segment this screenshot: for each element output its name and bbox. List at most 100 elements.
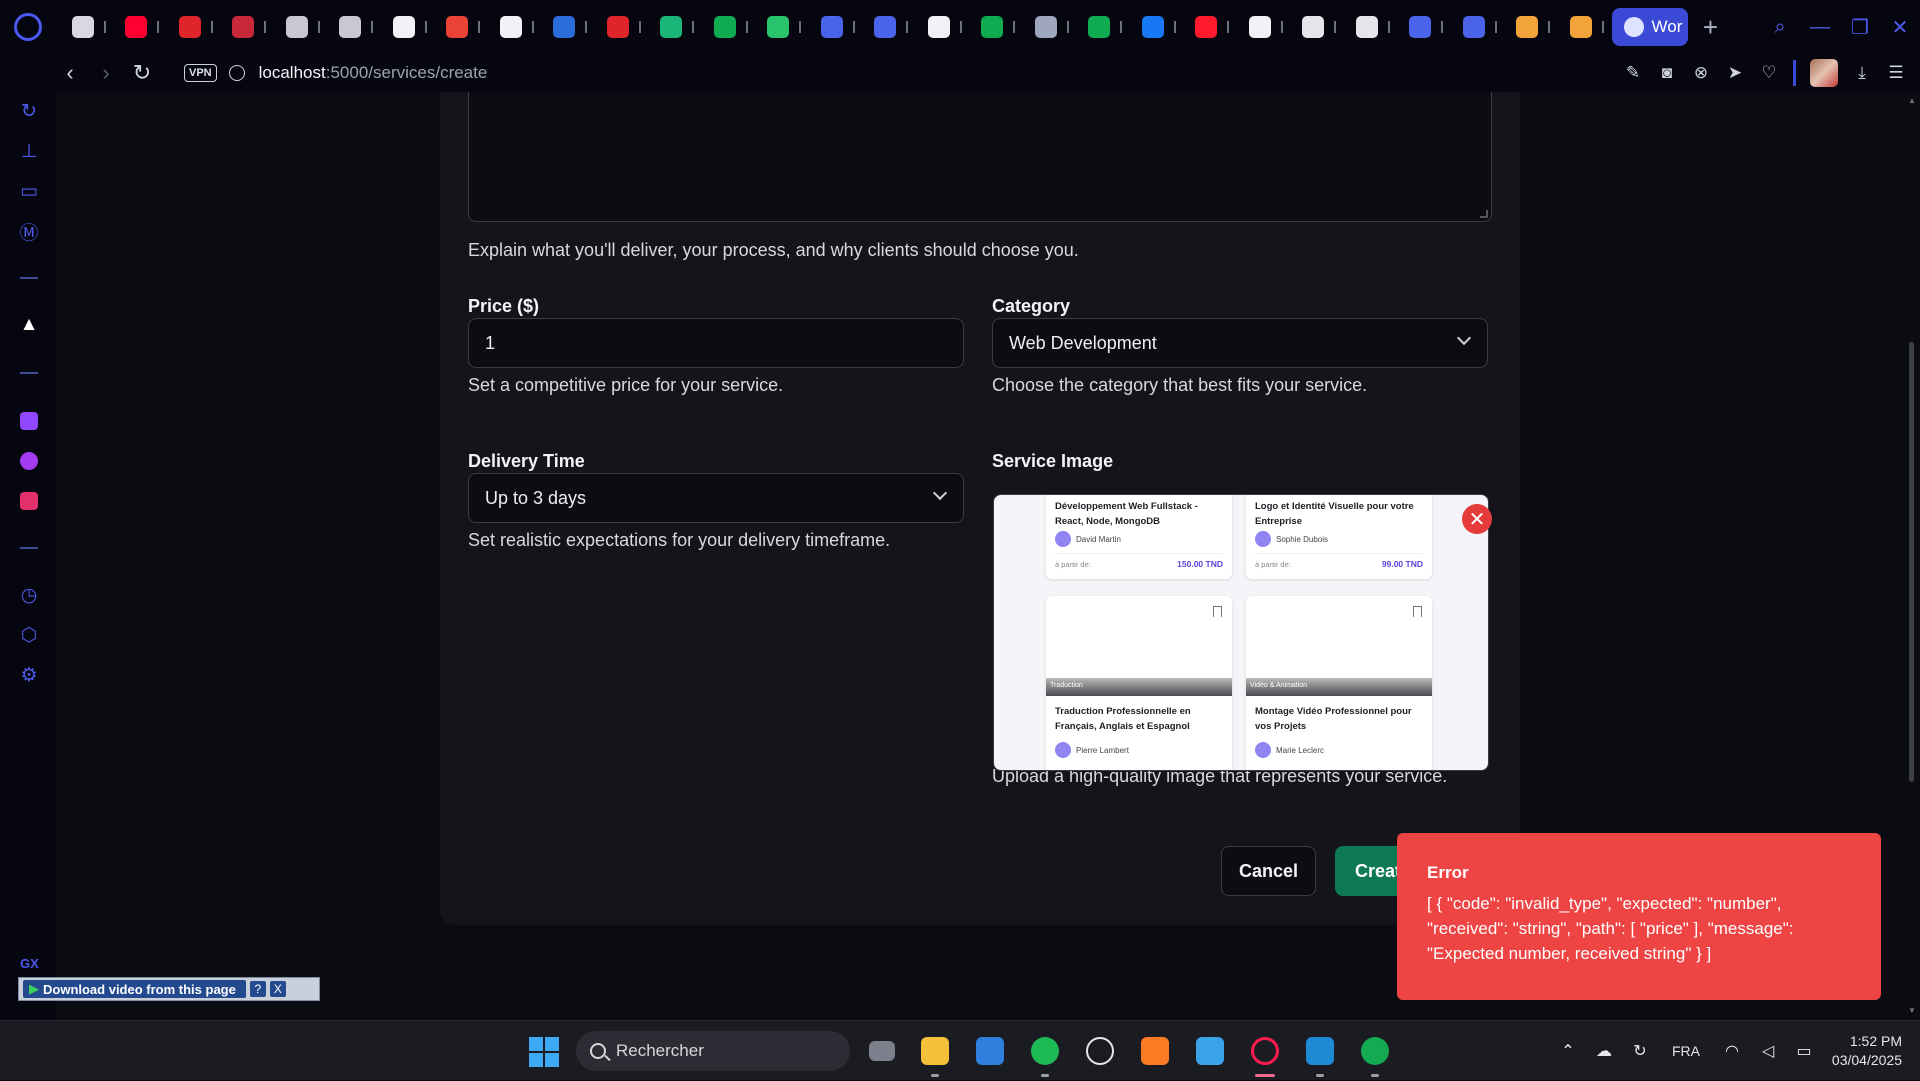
settings-icon[interactable]: ⚙ xyxy=(18,664,40,686)
browser-tab[interactable] xyxy=(805,0,859,54)
delivery-select[interactable]: Up to 3 days xyxy=(468,473,964,523)
history-refresh-icon[interactable]: ↻ xyxy=(18,100,40,122)
instagram-icon[interactable] xyxy=(18,490,40,512)
clock-icon[interactable]: ◷ xyxy=(18,584,40,606)
browser-tab[interactable] xyxy=(645,0,699,54)
task-view-icon[interactable] xyxy=(866,1035,898,1067)
wifi-icon[interactable]: ◠ xyxy=(1721,1040,1743,1062)
chevron-up-icon[interactable]: ⌃ xyxy=(1557,1040,1579,1062)
error-toast[interactable]: Error [ { "code": "invalid_type", "expec… xyxy=(1397,833,1881,1000)
browser-tab[interactable] xyxy=(431,0,485,54)
browser-tab[interactable] xyxy=(1073,0,1127,54)
browser-tab[interactable] xyxy=(217,0,271,54)
description-textarea[interactable] xyxy=(468,92,1492,222)
snapshot-edit-icon[interactable]: ✎ xyxy=(1623,63,1643,83)
browser-tab[interactable] xyxy=(1019,0,1073,54)
shield-x-icon[interactable]: ⊗ xyxy=(1691,63,1711,83)
browser-tab[interactable] xyxy=(966,0,1020,54)
browser-tab[interactable] xyxy=(1554,0,1608,54)
browser-tab[interactable] xyxy=(110,0,164,54)
page-scrollbar[interactable]: ▲ ▼ xyxy=(1904,92,1920,1020)
browser-tab[interactable] xyxy=(163,0,217,54)
new-tab-button[interactable]: + xyxy=(1696,12,1726,42)
active-tab-title: Wor xyxy=(1651,17,1683,36)
scroll-down-icon[interactable]: ▼ xyxy=(1908,1006,1916,1015)
mongodb-compass-icon[interactable] xyxy=(1359,1035,1391,1077)
onedrive-icon[interactable]: ☁ xyxy=(1593,1040,1615,1062)
resize-grip-icon[interactable] xyxy=(1480,210,1488,218)
scroll-up-icon[interactable]: ▲ xyxy=(1908,96,1916,105)
browser-tab[interactable] xyxy=(377,0,431,54)
search-tabs-icon[interactable]: ⌕ xyxy=(1760,0,1800,54)
restore-icon[interactable]: ❐ xyxy=(1840,0,1880,54)
bathtub-icon[interactable]: ⊥ xyxy=(18,140,40,162)
browser-tab[interactable] xyxy=(56,0,110,54)
xampp-icon[interactable] xyxy=(1139,1035,1171,1067)
input-language[interactable]: FRA xyxy=(1672,1043,1700,1059)
clock[interactable]: 1:52 PM 03/04/2025 xyxy=(1822,1032,1920,1070)
browser-tab[interactable] xyxy=(1447,0,1501,54)
send-icon[interactable]: ➤ xyxy=(1725,63,1745,83)
tv-icon[interactable]: ▭ xyxy=(18,180,40,202)
back-button[interactable]: ‹ xyxy=(52,54,88,92)
minimize-icon[interactable]: — xyxy=(1800,0,1840,54)
vscode-icon[interactable] xyxy=(1304,1035,1336,1077)
opera-menu-icon[interactable] xyxy=(0,0,56,54)
browser-tab[interactable] xyxy=(752,0,806,54)
camera-icon[interactable]: ◙ xyxy=(1657,63,1677,83)
browser-tab[interactable] xyxy=(538,0,592,54)
heart-icon[interactable]: ♡ xyxy=(1759,63,1779,83)
remove-image-button[interactable]: ✕ xyxy=(1462,504,1492,534)
tab-separator xyxy=(585,21,587,33)
battery-icon[interactable]: ▭ xyxy=(1793,1040,1815,1062)
start-button[interactable] xyxy=(529,1037,559,1067)
vpn-badge[interactable]: VPN xyxy=(184,64,217,82)
profile-icon[interactable] xyxy=(1810,59,1838,87)
download-icon[interactable]: ⤓ xyxy=(1852,63,1872,83)
active-tab[interactable]: Wor xyxy=(1611,8,1688,46)
browser-tab[interactable] xyxy=(324,0,378,54)
browser-tab[interactable] xyxy=(1180,0,1234,54)
menu-icon[interactable]: ☰ xyxy=(1886,63,1906,83)
forward-button[interactable]: › xyxy=(88,54,124,92)
browser-tab[interactable] xyxy=(859,0,913,54)
browser-tab[interactable] xyxy=(1233,0,1287,54)
microsoft-store-icon[interactable] xyxy=(974,1035,1006,1067)
messenger-icon[interactable] xyxy=(18,450,40,472)
category-select[interactable]: Web Development xyxy=(992,318,1488,368)
tab-separator xyxy=(478,21,480,33)
url-field[interactable]: localhost:5000/services/create xyxy=(259,63,488,83)
browser-tab[interactable] xyxy=(1501,0,1555,54)
browser-tab[interactable] xyxy=(484,0,538,54)
close-window-icon[interactable]: ✕ xyxy=(1880,0,1920,54)
volume-icon[interactable]: ◁ xyxy=(1757,1040,1779,1062)
browser-tab[interactable] xyxy=(1340,0,1394,54)
download-video-button[interactable]: ▶ Download video from this page xyxy=(23,980,246,998)
browser-tab[interactable] xyxy=(1126,0,1180,54)
cube-icon[interactable]: ⬡ xyxy=(18,624,40,646)
browser-tab[interactable] xyxy=(698,0,752,54)
cancel-button[interactable]: Cancel xyxy=(1221,846,1316,896)
reload-button[interactable]: ↻ xyxy=(124,54,160,92)
browser-tab[interactable] xyxy=(270,0,324,54)
spotify-icon[interactable] xyxy=(1029,1035,1061,1077)
close-button[interactable]: X xyxy=(269,981,286,997)
site-info-icon[interactable] xyxy=(228,65,245,81)
gx-m-icon[interactable]: Ⓜ xyxy=(18,220,40,244)
sync-icon[interactable]: ↻ xyxy=(1629,1040,1651,1062)
file-explorer-icon[interactable] xyxy=(919,1035,951,1077)
browser-tab[interactable] xyxy=(912,0,966,54)
scrollbar-thumb[interactable] xyxy=(1909,342,1914,782)
browser-tab[interactable] xyxy=(1394,0,1448,54)
browser-tab[interactable] xyxy=(591,0,645,54)
window-controls: ⌕ — ❐ ✕ xyxy=(1760,0,1920,54)
chatgpt-icon[interactable] xyxy=(1084,1035,1116,1067)
price-input[interactable]: 1 xyxy=(468,318,964,368)
twitch-icon[interactable] xyxy=(18,410,40,432)
taskbar-search[interactable]: Rechercher xyxy=(576,1031,850,1071)
help-button[interactable]: ? xyxy=(249,981,266,997)
opera-gx-icon[interactable] xyxy=(1249,1035,1281,1077)
aria-icon[interactable]: ▲ xyxy=(18,314,40,336)
notepad-icon[interactable] xyxy=(1194,1035,1226,1067)
browser-tab[interactable] xyxy=(1287,0,1341,54)
